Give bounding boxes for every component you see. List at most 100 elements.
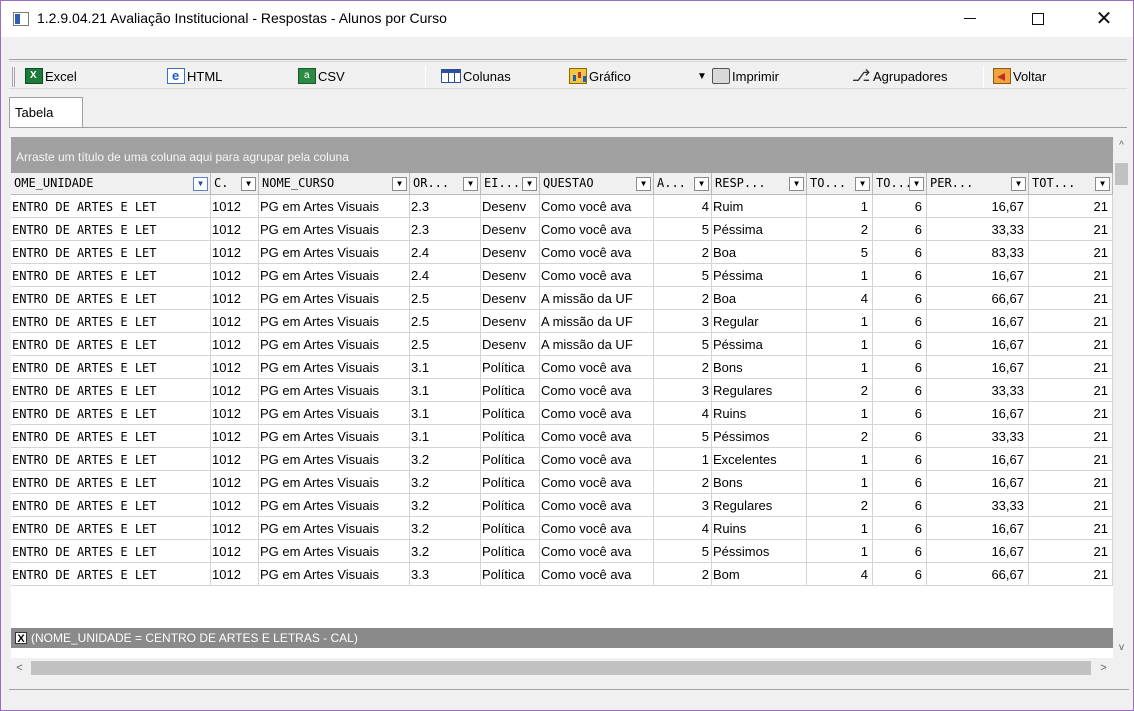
cell-total-resp[interactable]: 1 bbox=[807, 402, 873, 425]
table-row[interactable]: ENTRO DE ARTES E LET 1012 PG em Artes Visu… bbox=[11, 540, 1113, 563]
cell-unidade[interactable]: ENTRO DE ARTES E LET bbox=[11, 540, 211, 563]
cell-ordem[interactable]: 3.3 bbox=[410, 563, 481, 586]
html-button[interactable]: HTML bbox=[167, 66, 222, 86]
cell-codigo[interactable]: 1012 bbox=[211, 448, 259, 471]
cell-total-geral[interactable]: 21 bbox=[1029, 333, 1113, 356]
column-header-questao[interactable]: QUESTAO ▼ bbox=[540, 173, 654, 195]
cell-resposta[interactable]: Péssima bbox=[712, 218, 807, 241]
cell-total-resp[interactable]: 1 bbox=[807, 471, 873, 494]
cell-ordem[interactable]: 3.1 bbox=[410, 402, 481, 425]
cell-total[interactable]: 6 bbox=[873, 402, 927, 425]
cell-questao[interactable]: Como você ava bbox=[540, 264, 654, 287]
column-filter-dropdown-icon[interactable]: ▼ bbox=[789, 177, 804, 191]
cell-eixo[interactable]: Política bbox=[481, 563, 540, 586]
cell-eixo[interactable]: Política bbox=[481, 356, 540, 379]
cell-resposta[interactable]: Bons bbox=[712, 471, 807, 494]
scroll-right-arrow[interactable]: > bbox=[1095, 658, 1112, 678]
cell-unidade[interactable]: ENTRO DE ARTES E LET bbox=[11, 425, 211, 448]
column-filter-dropdown-icon[interactable]: ▼ bbox=[522, 177, 537, 191]
cell-alternativa[interactable]: 3 bbox=[654, 310, 712, 333]
column-filter-dropdown-icon[interactable]: ▼ bbox=[636, 177, 651, 191]
cell-total[interactable]: 6 bbox=[873, 540, 927, 563]
cell-codigo[interactable]: 1012 bbox=[211, 494, 259, 517]
cell-curso[interactable]: PG em Artes Visuais bbox=[259, 402, 410, 425]
cell-eixo[interactable]: Política bbox=[481, 402, 540, 425]
scroll-down-arrow[interactable]: v bbox=[1113, 639, 1130, 656]
cell-total-resp[interactable]: 1 bbox=[807, 356, 873, 379]
cell-questao[interactable]: Como você ava bbox=[540, 494, 654, 517]
cell-codigo[interactable]: 1012 bbox=[211, 195, 259, 218]
column-header-ordem[interactable]: OR... ▼ bbox=[410, 173, 481, 195]
cell-unidade[interactable]: ENTRO DE ARTES E LET bbox=[11, 563, 211, 586]
columns-button[interactable]: Colunas bbox=[441, 66, 511, 86]
column-header-percentual[interactable]: PER... ▼ bbox=[927, 173, 1029, 195]
cell-alternativa[interactable]: 4 bbox=[654, 402, 712, 425]
column-header-unidade[interactable]: OME_UNIDADE ▼ bbox=[11, 173, 211, 195]
cell-codigo[interactable]: 1012 bbox=[211, 563, 259, 586]
cell-eixo[interactable]: Política bbox=[481, 471, 540, 494]
cell-ordem[interactable]: 3.2 bbox=[410, 540, 481, 563]
cell-questao[interactable]: Como você ava bbox=[540, 402, 654, 425]
cell-curso[interactable]: PG em Artes Visuais bbox=[259, 379, 410, 402]
cell-total-resp[interactable]: 1 bbox=[807, 540, 873, 563]
cell-total-geral[interactable]: 21 bbox=[1029, 517, 1113, 540]
cell-questao[interactable]: Como você ava bbox=[540, 241, 654, 264]
cell-unidade[interactable]: ENTRO DE ARTES E LET bbox=[11, 310, 211, 333]
cell-percentual[interactable]: 33,33 bbox=[927, 425, 1029, 448]
column-header-resposta[interactable]: RESP... ▼ bbox=[712, 173, 807, 195]
cell-percentual[interactable]: 16,67 bbox=[927, 540, 1029, 563]
cell-codigo[interactable]: 1012 bbox=[211, 540, 259, 563]
cell-alternativa[interactable]: 5 bbox=[654, 264, 712, 287]
cell-codigo[interactable]: 1012 bbox=[211, 517, 259, 540]
column-filter-dropdown-icon[interactable]: ▼ bbox=[909, 177, 924, 191]
groupers-button[interactable]: Agrupadores bbox=[851, 66, 947, 86]
cell-ordem[interactable]: 3.2 bbox=[410, 517, 481, 540]
cell-unidade[interactable]: ENTRO DE ARTES E LET bbox=[11, 264, 211, 287]
cell-ordem[interactable]: 3.2 bbox=[410, 448, 481, 471]
csv-button[interactable]: CSV bbox=[298, 66, 345, 86]
cell-codigo[interactable]: 1012 bbox=[211, 425, 259, 448]
cell-unidade[interactable]: ENTRO DE ARTES E LET bbox=[11, 402, 211, 425]
horizontal-scrollbar[interactable]: < > bbox=[11, 658, 1113, 678]
excel-button[interactable]: Excel bbox=[25, 66, 77, 86]
cell-alternativa[interactable]: 2 bbox=[654, 287, 712, 310]
cell-eixo[interactable]: Desenv bbox=[481, 241, 540, 264]
cell-total-geral[interactable]: 21 bbox=[1029, 356, 1113, 379]
cell-percentual[interactable]: 16,67 bbox=[927, 448, 1029, 471]
cell-resposta[interactable]: Péssima bbox=[712, 333, 807, 356]
column-filter-dropdown-icon[interactable]: ▼ bbox=[193, 177, 208, 191]
cell-questao[interactable]: Como você ava bbox=[540, 540, 654, 563]
cell-total-resp[interactable]: 5 bbox=[807, 241, 873, 264]
cell-percentual[interactable]: 16,67 bbox=[927, 356, 1029, 379]
cell-total-geral[interactable]: 21 bbox=[1029, 195, 1113, 218]
cell-total[interactable]: 6 bbox=[873, 448, 927, 471]
column-header-total[interactable]: TO... ▼ bbox=[873, 173, 927, 195]
cell-total-resp[interactable]: 1 bbox=[807, 333, 873, 356]
column-header-curso[interactable]: NOME_CURSO ▼ bbox=[259, 173, 410, 195]
cell-alternativa[interactable]: 5 bbox=[654, 333, 712, 356]
cell-resposta[interactable]: Ruim bbox=[712, 195, 807, 218]
cell-eixo[interactable]: Desenv bbox=[481, 310, 540, 333]
cell-unidade[interactable]: ENTRO DE ARTES E LET bbox=[11, 195, 211, 218]
cell-resposta[interactable]: Bons bbox=[712, 356, 807, 379]
cell-questao[interactable]: Como você ava bbox=[540, 471, 654, 494]
cell-ordem[interactable]: 3.1 bbox=[410, 425, 481, 448]
cell-unidade[interactable]: ENTRO DE ARTES E LET bbox=[11, 517, 211, 540]
cell-total-resp[interactable]: 1 bbox=[807, 448, 873, 471]
cell-eixo[interactable]: Política bbox=[481, 425, 540, 448]
close-button[interactable]: ✕ bbox=[1081, 1, 1127, 37]
back-button[interactable]: Voltar bbox=[993, 66, 1046, 86]
cell-ordem[interactable]: 2.4 bbox=[410, 264, 481, 287]
cell-total-geral[interactable]: 21 bbox=[1029, 448, 1113, 471]
cell-percentual[interactable]: 33,33 bbox=[927, 218, 1029, 241]
maximize-button[interactable] bbox=[1015, 1, 1061, 37]
cell-total-geral[interactable]: 21 bbox=[1029, 379, 1113, 402]
table-row[interactable]: ENTRO DE ARTES E LET 1012 PG em Artes Visu… bbox=[11, 471, 1113, 494]
cell-total[interactable]: 6 bbox=[873, 356, 927, 379]
cell-unidade[interactable]: ENTRO DE ARTES E LET bbox=[11, 494, 211, 517]
table-row[interactable]: ENTRO DE ARTES E LET 1012 PG em Artes Visu… bbox=[11, 494, 1113, 517]
cell-unidade[interactable]: ENTRO DE ARTES E LET bbox=[11, 218, 211, 241]
cell-questao[interactable]: A missão da UF bbox=[540, 310, 654, 333]
cell-codigo[interactable]: 1012 bbox=[211, 310, 259, 333]
cell-questao[interactable]: Como você ava bbox=[540, 195, 654, 218]
